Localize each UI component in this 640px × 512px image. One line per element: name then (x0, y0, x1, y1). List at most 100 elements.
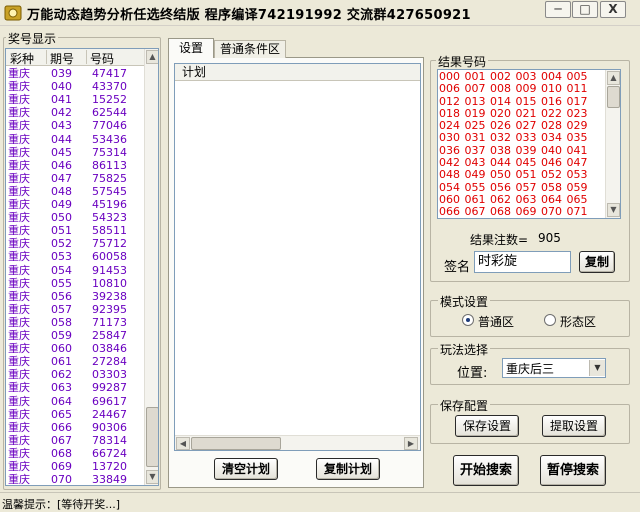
scroll-down-arrow-icon[interactable]: ▼ (607, 203, 620, 217)
scroll-up-arrow-icon[interactable]: ▲ (607, 71, 620, 85)
draw-number: 75825 (92, 171, 127, 185)
draw-number: 66724 (92, 446, 127, 460)
draw-group-label: 奖号显示 (6, 30, 59, 47)
scroll-up-arrow-icon[interactable]: ▲ (146, 50, 158, 64)
draw-row[interactable]: 重庆 056 39238 (6, 290, 144, 303)
draw-row[interactable]: 重庆 040 43370 (6, 80, 144, 93)
draw-number: 27284 (92, 355, 127, 369)
draw-row[interactable]: 重庆 053 60058 (6, 250, 144, 263)
header-separator[interactable] (86, 50, 87, 64)
radio-shape-area[interactable] (544, 314, 556, 326)
minimize-button[interactable]: ─ (545, 1, 571, 18)
signature-label: 签名 (444, 260, 471, 275)
draw-row[interactable]: 重庆 046 86113 (6, 159, 144, 172)
close-button[interactable]: X (600, 1, 626, 18)
maximize-button[interactable]: □ (572, 1, 598, 18)
draw-row[interactable]: 重庆 066 90306 (6, 421, 144, 434)
header-number[interactable]: 号码 (90, 50, 114, 67)
draw-type: 重庆 (8, 211, 30, 225)
tab-settings[interactable]: 设置 (168, 38, 214, 58)
signature-input[interactable]: 时彩旋 (474, 251, 571, 273)
copy-button[interactable]: 复制 (579, 251, 615, 273)
draw-number: 71173 (92, 315, 127, 329)
draw-list[interactable]: 彩种 期号 号码 重庆 039 47417 重庆 040 43370 重庆 041 15252 重… (5, 48, 159, 486)
load-settings-button[interactable]: 提取设置 (542, 415, 606, 437)
draw-row[interactable]: 重庆 045 75314 (6, 146, 144, 159)
draw-issue: 049 (51, 198, 72, 211)
header-type[interactable]: 彩种 (10, 50, 34, 67)
draw-type: 重庆 (8, 198, 30, 211)
draw-row[interactable]: 重庆 060 03846 (6, 342, 144, 355)
draw-row[interactable]: 重庆 050 54323 (6, 211, 144, 224)
draw-row[interactable]: 重庆 057 92395 (6, 303, 144, 316)
draw-row[interactable]: 重庆 054 91453 (6, 264, 144, 277)
scroll-thumb[interactable] (146, 407, 158, 467)
result-numbers-box[interactable]: 000 001 002 003 004 005 006 007 008 009 … (437, 69, 621, 219)
result-numbers-text[interactable]: 000 001 002 003 004 005 006 007 008 009 … (439, 70, 605, 218)
header-separator[interactable] (46, 50, 47, 64)
result-scrollbar[interactable]: ▲ ▼ (605, 70, 620, 218)
draw-row[interactable]: 重庆 065 24467 (6, 408, 144, 421)
draw-row[interactable]: 重庆 044 53436 (6, 133, 144, 146)
draw-row[interactable]: 重庆 062 03303 (6, 368, 144, 381)
draw-issue: 047 (51, 171, 72, 185)
draw-type: 重庆 (8, 237, 30, 251)
tab-normal-conditions[interactable]: 普通条件区 (214, 40, 286, 58)
draw-row[interactable]: 重庆 063 99287 (6, 381, 144, 394)
chevron-down-icon[interactable]: ▼ (589, 360, 605, 376)
draw-row[interactable]: 重庆 055 10810 (6, 277, 144, 290)
draw-row[interactable]: 重庆 042 62544 (6, 106, 144, 119)
start-search-button[interactable]: 开始搜索 (453, 455, 519, 486)
scroll-down-arrow-icon[interactable]: ▼ (146, 470, 158, 484)
scroll-right-arrow-icon[interactable]: ▶ (404, 437, 418, 450)
plan-list[interactable]: 计划 ◀ ▶ (174, 63, 421, 451)
draw-row[interactable]: 重庆 049 45196 (6, 198, 144, 211)
draw-type: 重庆 (8, 276, 30, 290)
draw-issue: 055 (51, 276, 72, 290)
scroll-thumb[interactable] (191, 437, 281, 450)
draw-row[interactable]: 重庆 058 71173 (6, 316, 144, 329)
draw-row[interactable]: 重庆 041 15252 (6, 93, 144, 106)
radio-normal-area-label[interactable]: 普通区 (478, 313, 514, 330)
draw-number: 57545 (92, 184, 127, 198)
copy-plan-button[interactable]: 复制计划 (316, 458, 380, 480)
draw-issue: 058 (51, 315, 72, 329)
draw-row[interactable]: 重庆 059 25847 (6, 329, 144, 342)
header-issue[interactable]: 期号 (50, 50, 74, 67)
draw-row[interactable]: 重庆 051 58511 (6, 224, 144, 237)
pause-search-button[interactable]: 暂停搜索 (540, 455, 606, 486)
draw-issue: 052 (51, 237, 72, 251)
draw-row[interactable]: 重庆 047 75825 (6, 172, 144, 185)
draw-row[interactable]: 重庆 039 47417 (6, 67, 144, 80)
draw-issue: 068 (51, 446, 72, 460)
draw-row[interactable]: 重庆 064 69617 (6, 395, 144, 408)
radio-shape-area-label[interactable]: 形态区 (560, 313, 596, 330)
draw-list-scrollbar[interactable]: ▲ ▼ (144, 49, 158, 485)
draw-issue: 070 (51, 473, 72, 486)
draw-issue: 046 (51, 158, 72, 172)
draw-type: 重庆 (8, 224, 30, 238)
draw-row[interactable]: 重庆 068 66724 (6, 447, 144, 460)
save-settings-button[interactable]: 保存设置 (455, 415, 519, 437)
clear-plan-button[interactable]: 清空计划 (214, 458, 278, 480)
save-group-label: 保存配置 (438, 397, 491, 414)
draw-number: 75314 (92, 145, 127, 159)
draw-type: 重庆 (8, 329, 30, 342)
draw-row[interactable]: 重庆 069 13720 (6, 460, 144, 473)
draw-number: 77046 (92, 119, 127, 133)
draw-row[interactable]: 重庆 067 78314 (6, 434, 144, 447)
position-selected-value[interactable]: 重庆后三 (506, 360, 554, 377)
scroll-thumb[interactable] (607, 86, 620, 108)
plan-horizontal-scrollbar[interactable]: ◀ ▶ (175, 435, 420, 450)
scroll-left-arrow-icon[interactable]: ◀ (176, 437, 190, 450)
draw-row[interactable]: 重庆 048 57545 (6, 185, 144, 198)
draw-row[interactable]: 重庆 052 75712 (6, 237, 144, 250)
title-bar[interactable]: 万能动态趋势分析任选终结版 程序编译742191992 交流群427650921… (0, 0, 640, 26)
draw-number: 54323 (92, 211, 127, 225)
draw-row[interactable]: 重庆 043 77046 (6, 119, 144, 132)
radio-normal-area[interactable] (462, 314, 474, 326)
plan-column-header[interactable]: 计划 (175, 64, 420, 81)
draw-row[interactable]: 重庆 070 33849 (6, 473, 144, 486)
position-select[interactable]: 重庆后三 ▼ (502, 358, 606, 378)
draw-row[interactable]: 重庆 061 27284 (6, 355, 144, 368)
